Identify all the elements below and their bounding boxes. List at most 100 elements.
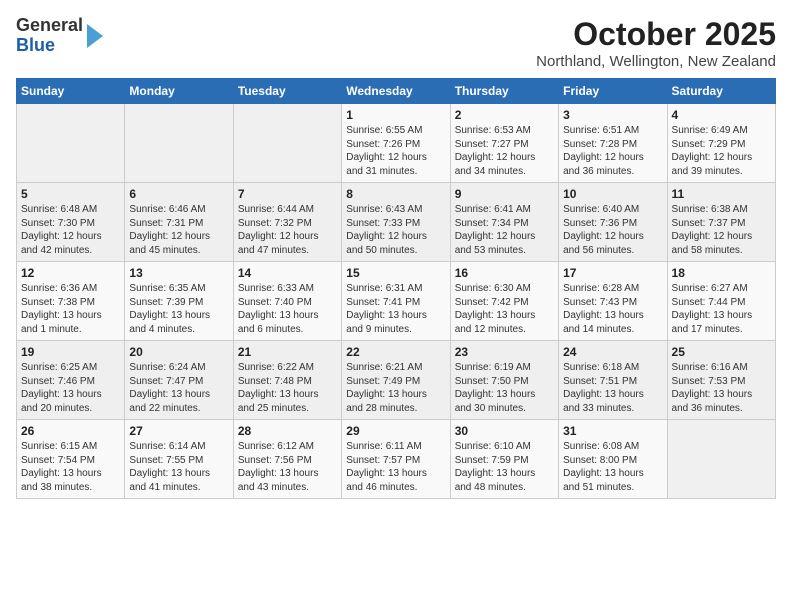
day-header-sunday: Sunday [17, 79, 125, 104]
day-number: 25 [672, 345, 771, 359]
day-header-wednesday: Wednesday [342, 79, 450, 104]
day-info: Sunrise: 6:11 AM Sunset: 7:57 PM Dayligh… [346, 440, 445, 494]
calendar-cell: 1 Sunrise: 6:55 AM Sunset: 7:26 PM Daylig… [342, 104, 450, 183]
day-info: Sunrise: 6:33 AM Sunset: 7:40 PM Dayligh… [238, 282, 337, 336]
day-info: Sunrise: 6:46 AM Sunset: 7:31 PM Dayligh… [129, 203, 228, 257]
calendar-cell [667, 420, 775, 499]
day-info: Sunrise: 6:22 AM Sunset: 7:48 PM Dayligh… [238, 361, 337, 415]
day-number: 1 [346, 108, 445, 122]
calendar-cell: 13 Sunrise: 6:35 AM Sunset: 7:39 PM Dayli… [125, 262, 233, 341]
day-number: 14 [238, 266, 337, 280]
calendar-cell: 11Sunrise: 6:38 AM Sunset: 7:37 PM Dayli… [667, 183, 775, 262]
day-info: Sunrise: 6:14 AM Sunset: 7:55 PM Dayligh… [129, 440, 228, 494]
calendar-cell: 9Sunrise: 6:41 AM Sunset: 7:34 PM Daylig… [450, 183, 558, 262]
calendar-cell: 3 Sunrise: 6:51 AM Sunset: 7:28 PM Daylig… [559, 104, 667, 183]
day-number: 13 [129, 266, 228, 280]
day-info: Sunrise: 6:30 AM Sunset: 7:42 PM Dayligh… [455, 282, 554, 336]
day-info: Sunrise: 6:24 AM Sunset: 7:47 PM Dayligh… [129, 361, 228, 415]
day-number: 5 [21, 187, 120, 201]
day-info: Sunrise: 6:27 AM Sunset: 7:44 PM Dayligh… [672, 282, 771, 336]
day-header-tuesday: Tuesday [233, 79, 341, 104]
calendar-cell: 7Sunrise: 6:44 AM Sunset: 7:32 PM Daylig… [233, 183, 341, 262]
day-header-monday: Monday [125, 79, 233, 104]
day-number: 27 [129, 424, 228, 438]
calendar-cell: 5 Sunrise: 6:48 AM Sunset: 7:30 PM Daylig… [17, 183, 125, 262]
day-number: 10 [563, 187, 662, 201]
day-number: 8 [346, 187, 445, 201]
calendar-cell: 29 Sunrise: 6:11 AM Sunset: 7:57 PM Dayli… [342, 420, 450, 499]
page-title: October 2025 [536, 16, 776, 53]
day-number: 24 [563, 345, 662, 359]
calendar-cell: 17 Sunrise: 6:28 AM Sunset: 7:43 PM Dayli… [559, 262, 667, 341]
calendar-cell: 28 Sunrise: 6:12 AM Sunset: 7:56 PM Dayli… [233, 420, 341, 499]
day-header-saturday: Saturday [667, 79, 775, 104]
calendar-cell: 15 Sunrise: 6:31 AM Sunset: 7:41 PM Dayli… [342, 262, 450, 341]
day-number: 17 [563, 266, 662, 280]
day-header-thursday: Thursday [450, 79, 558, 104]
calendar-cell: 10 Sunrise: 6:40 AM Sunset: 7:36 PM Dayli… [559, 183, 667, 262]
day-number: 18 [672, 266, 771, 280]
day-number: 2 [455, 108, 554, 122]
calendar-cell: 8Sunrise: 6:43 AM Sunset: 7:33 PM Daylig… [342, 183, 450, 262]
day-number: 3 [563, 108, 662, 122]
calendar-cell: 4Sunrise: 6:49 AM Sunset: 7:29 PM Daylig… [667, 104, 775, 183]
day-info: Sunrise: 6:19 AM Sunset: 7:50 PM Dayligh… [455, 361, 554, 415]
day-info: Sunrise: 6:36 AM Sunset: 7:38 PM Dayligh… [21, 282, 120, 336]
day-number: 29 [346, 424, 445, 438]
calendar-cell: 14 Sunrise: 6:33 AM Sunset: 7:40 PM Dayli… [233, 262, 341, 341]
day-number: 20 [129, 345, 228, 359]
calendar-cell: 16 Sunrise: 6:30 AM Sunset: 7:42 PM Dayli… [450, 262, 558, 341]
calendar-cell: 6 Sunrise: 6:46 AM Sunset: 7:31 PM Daylig… [125, 183, 233, 262]
day-number: 28 [238, 424, 337, 438]
calendar-cell: 2 Sunrise: 6:53 AM Sunset: 7:27 PM Daylig… [450, 104, 558, 183]
day-info: Sunrise: 6:21 AM Sunset: 7:49 PM Dayligh… [346, 361, 445, 415]
calendar-cell: 26Sunrise: 6:15 AM Sunset: 7:54 PM Dayli… [17, 420, 125, 499]
day-info: Sunrise: 6:28 AM Sunset: 7:43 PM Dayligh… [563, 282, 662, 336]
page-subtitle: Northland, Wellington, New Zealand [536, 53, 776, 70]
page-header: General Blue October 2025 Northland, Wel… [16, 16, 776, 70]
day-info: Sunrise: 6:08 AM Sunset: 8:00 PM Dayligh… [563, 440, 662, 494]
day-number: 21 [238, 345, 337, 359]
day-info: Sunrise: 6:38 AM Sunset: 7:37 PM Dayligh… [672, 203, 771, 257]
calendar-header: SundayMondayTuesdayWednesdayThursdayFrid… [17, 79, 776, 104]
day-info: Sunrise: 6:41 AM Sunset: 7:34 PM Dayligh… [455, 203, 554, 257]
logo-arrow-icon [87, 24, 103, 48]
day-number: 15 [346, 266, 445, 280]
day-info: Sunrise: 6:44 AM Sunset: 7:32 PM Dayligh… [238, 203, 337, 257]
day-info: Sunrise: 6:16 AM Sunset: 7:53 PM Dayligh… [672, 361, 771, 415]
calendar-cell: 25 Sunrise: 6:16 AM Sunset: 7:53 PM Dayli… [667, 341, 775, 420]
day-info: Sunrise: 6:18 AM Sunset: 7:51 PM Dayligh… [563, 361, 662, 415]
day-info: Sunrise: 6:35 AM Sunset: 7:39 PM Dayligh… [129, 282, 228, 336]
logo-text: General Blue [16, 16, 83, 56]
calendar-cell: 20 Sunrise: 6:24 AM Sunset: 7:47 PM Dayli… [125, 341, 233, 420]
day-number: 6 [129, 187, 228, 201]
day-info: Sunrise: 6:48 AM Sunset: 7:30 PM Dayligh… [21, 203, 120, 257]
day-info: Sunrise: 6:55 AM Sunset: 7:26 PM Dayligh… [346, 124, 445, 178]
day-number: 22 [346, 345, 445, 359]
day-number: 16 [455, 266, 554, 280]
day-number: 4 [672, 108, 771, 122]
calendar-cell: 18 Sunrise: 6:27 AM Sunset: 7:44 PM Dayli… [667, 262, 775, 341]
day-info: Sunrise: 6:40 AM Sunset: 7:36 PM Dayligh… [563, 203, 662, 257]
day-info: Sunrise: 6:25 AM Sunset: 7:46 PM Dayligh… [21, 361, 120, 415]
day-info: Sunrise: 6:53 AM Sunset: 7:27 PM Dayligh… [455, 124, 554, 178]
calendar-cell: 19Sunrise: 6:25 AM Sunset: 7:46 PM Dayli… [17, 341, 125, 420]
day-number: 30 [455, 424, 554, 438]
calendar-cell: 31Sunrise: 6:08 AM Sunset: 8:00 PM Dayli… [559, 420, 667, 499]
calendar-cell: 22 Sunrise: 6:21 AM Sunset: 7:49 PM Dayli… [342, 341, 450, 420]
day-info: Sunrise: 6:51 AM Sunset: 7:28 PM Dayligh… [563, 124, 662, 178]
day-info: Sunrise: 6:10 AM Sunset: 7:59 PM Dayligh… [455, 440, 554, 494]
calendar-cell [17, 104, 125, 183]
title-block: October 2025 Northland, Wellington, New … [536, 16, 776, 70]
calendar-cell [233, 104, 341, 183]
calendar-cell: 30 Sunrise: 6:10 AM Sunset: 7:59 PM Dayli… [450, 420, 558, 499]
day-number: 23 [455, 345, 554, 359]
day-info: Sunrise: 6:31 AM Sunset: 7:41 PM Dayligh… [346, 282, 445, 336]
logo: General Blue [16, 16, 103, 56]
calendar-body: 1 Sunrise: 6:55 AM Sunset: 7:26 PM Daylig… [17, 104, 776, 499]
calendar-cell: 21 Sunrise: 6:22 AM Sunset: 7:48 PM Dayli… [233, 341, 341, 420]
calendar-cell: 23 Sunrise: 6:19 AM Sunset: 7:50 PM Dayli… [450, 341, 558, 420]
calendar-cell: 27 Sunrise: 6:14 AM Sunset: 7:55 PM Dayli… [125, 420, 233, 499]
day-info: Sunrise: 6:12 AM Sunset: 7:56 PM Dayligh… [238, 440, 337, 494]
calendar-cell: 24 Sunrise: 6:18 AM Sunset: 7:51 PM Dayli… [559, 341, 667, 420]
